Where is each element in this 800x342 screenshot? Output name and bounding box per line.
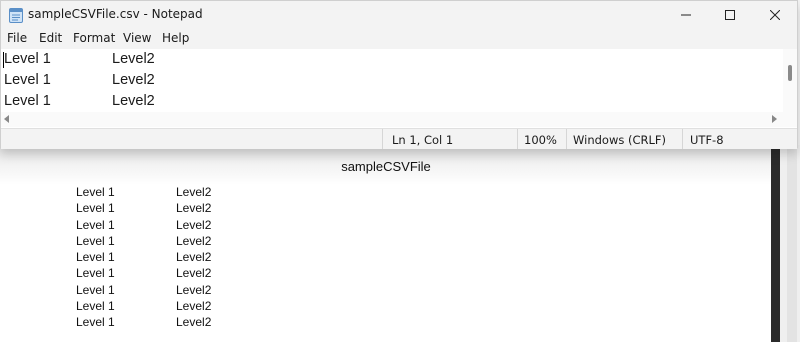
editor-cell: Level 1 — [4, 72, 51, 88]
vertical-scroll-thumb[interactable] — [788, 65, 792, 81]
preview-cell: Level2 — [176, 185, 212, 199]
preview-title: sampleCSVFile — [341, 159, 431, 174]
preview-row: Level 1 Level2 — [76, 299, 211, 315]
close-button[interactable] — [752, 1, 798, 29]
minimize-button[interactable] — [663, 1, 709, 29]
preview-cell: Level2 — [176, 315, 212, 330]
preview-row: Level 1 Level2 — [76, 218, 211, 234]
editor-line: Level 1 Level2 — [1, 49, 783, 70]
preview-row: Level 1 Level2 — [76, 250, 211, 266]
preview-cell: Level 1 — [76, 299, 115, 314]
maximize-button[interactable] — [707, 1, 753, 29]
preview-row: Level 1 Level2 — [76, 266, 211, 282]
status-bar: Ln 1, Col 1 100% Windows (CRLF) UTF-8 — [1, 128, 797, 149]
preview-cell: Level 1 — [76, 315, 115, 330]
cursor-position: Ln 1, Col 1 — [392, 133, 454, 147]
preview-cell: Level 1 — [76, 266, 115, 281]
preview-row: Level 1 Level2 — [76, 315, 211, 331]
vertical-scrollbar[interactable] — [783, 49, 797, 112]
menu-view[interactable]: View — [123, 31, 151, 45]
editor-cell: Level2 — [112, 93, 155, 109]
preview-cell: Level2 — [176, 201, 212, 216]
title-bar[interactable]: sampleCSVFile.csv - Notepad — [1, 1, 797, 29]
status-divider — [566, 129, 567, 149]
menu-edit[interactable]: Edit — [39, 31, 62, 45]
preview-rows: Level 1 Level2 Level 1 Level2 Level 1 Level… — [76, 185, 211, 332]
minimize-icon — [681, 14, 691, 16]
preview-cell: Level 1 — [76, 217, 115, 232]
preview-row: Level 1 Level2 — [76, 234, 211, 250]
notepad-window: sampleCSVFile.csv - Notepad File Edit Fo… — [0, 0, 798, 149]
editor-cell: Level2 — [112, 51, 155, 67]
preview-cell: Level2 — [176, 299, 212, 314]
preview-cell: Level2 — [176, 233, 212, 248]
preview-cell: Level 1 — [76, 250, 115, 265]
zoom-level: 100% — [524, 133, 557, 147]
editor-cell: Level2 — [112, 72, 155, 88]
horizontal-scrollbar[interactable] — [1, 112, 797, 127]
preview-cell: Level 1 — [76, 282, 115, 297]
preview-scrollbar[interactable] — [787, 145, 797, 342]
preview-row: Level 1 Level2 — [76, 185, 211, 201]
print-preview: sampleCSVFile Level 1 Level2 Level 1 Level… — [0, 145, 800, 342]
menu-bar: File Edit Format View Help — [1, 29, 797, 49]
editor-cell: Level 1 — [4, 93, 51, 109]
preview-cell: Level2 — [176, 250, 212, 265]
preview-cell: Level 1 — [76, 233, 115, 248]
preview-cell: Level2 — [176, 217, 212, 232]
preview-cell: Level2 — [176, 282, 212, 297]
window-title: sampleCSVFile.csv - Notepad — [28, 7, 203, 21]
preview-cell: Level2 — [176, 266, 212, 281]
status-divider — [682, 129, 683, 149]
preview-page-edge — [771, 145, 780, 342]
scroll-right-icon[interactable] — [772, 115, 777, 123]
scroll-left-icon[interactable] — [4, 115, 9, 123]
editor-line: Level 1 Level2 — [1, 91, 783, 112]
preview-row: Level 1 Level2 — [76, 201, 211, 217]
close-icon — [770, 10, 780, 20]
menu-file[interactable]: File — [7, 31, 27, 45]
line-ending: Windows (CRLF) — [573, 133, 667, 147]
maximize-icon — [725, 10, 735, 20]
preview-cell: Level 1 — [76, 185, 115, 199]
preview-row: Level 1 Level2 — [76, 283, 211, 299]
preview-cell: Level 1 — [76, 201, 115, 216]
menu-help[interactable]: Help — [162, 31, 189, 45]
editor-cell: Level 1 — [4, 51, 51, 67]
notepad-icon — [9, 8, 23, 23]
status-divider — [517, 129, 518, 149]
editor-line: Level 1 Level2 — [1, 70, 783, 91]
encoding: UTF-8 — [690, 133, 724, 147]
status-divider — [382, 129, 383, 149]
menu-format[interactable]: Format — [73, 31, 115, 45]
text-editor[interactable]: Level 1 Level2 Level 1 Level2 Level 1 Level… — [1, 49, 783, 112]
text-caret — [3, 52, 4, 68]
